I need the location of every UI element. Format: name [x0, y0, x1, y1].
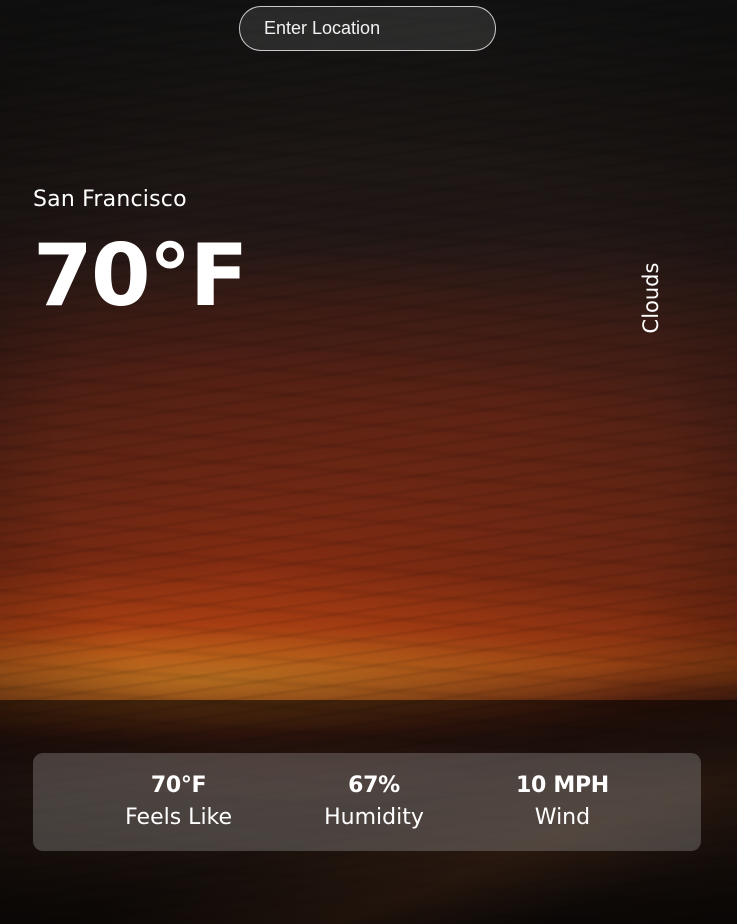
weather-stats-panel: 70°F Feels Like 67% Humidity 10 MPH Wind: [33, 753, 701, 851]
stat-label: Wind: [534, 804, 591, 830]
current-temperature: 70°F: [33, 226, 248, 326]
current-weather: San Francisco 70°F: [33, 186, 248, 326]
stat-value: 70°F: [150, 772, 207, 798]
stat-value: 67%: [348, 772, 400, 798]
weather-description: Clouds: [639, 262, 663, 334]
stat-label: Feels Like: [125, 804, 233, 830]
location-name: San Francisco: [33, 187, 187, 212]
weather-app: San Francisco 70°F Clouds 70°F Feels Lik…: [0, 0, 737, 924]
location-search-input[interactable]: [239, 6, 496, 51]
stat-humidity: 67% Humidity: [324, 772, 424, 833]
search-container: [239, 6, 496, 51]
stat-feels-like: 70°F Feels Like: [125, 772, 232, 833]
stat-value: 10 MPH: [516, 772, 609, 798]
stat-label: Humidity: [324, 804, 424, 830]
stat-wind: 10 MPH Wind: [516, 772, 609, 833]
